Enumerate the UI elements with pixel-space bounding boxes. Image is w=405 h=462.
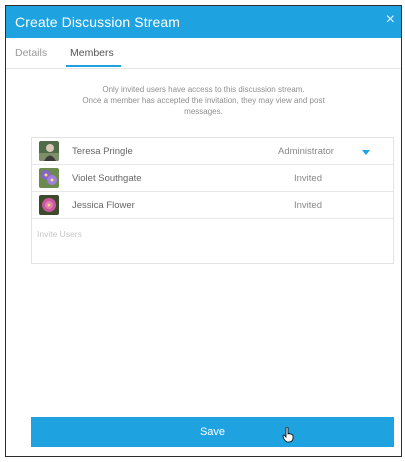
create-discussion-dialog: Create Discussion Stream × Details Membe… (5, 5, 402, 457)
member-status: Invited (294, 200, 322, 211)
member-name: Jessica Flower (72, 200, 135, 211)
tab-members[interactable]: Members (70, 47, 114, 59)
dialog-tabs: Details Members (6, 38, 401, 69)
save-button[interactable]: Save (31, 417, 394, 447)
dialog-header: Create Discussion Stream × (6, 6, 401, 38)
dialog-title: Create Discussion Stream (15, 14, 181, 30)
info-line-2: Once a member has accepted the invitatio… (82, 96, 325, 105)
member-row: Teresa Pringle Administrator (32, 138, 393, 165)
member-role-select[interactable]: Administrator (278, 146, 334, 157)
active-tab-indicator (66, 65, 121, 67)
pink-flower-avatar (39, 195, 59, 215)
invite-users-input[interactable] (35, 226, 379, 242)
members-list: Teresa Pringle Administrator Violet Sout… (31, 137, 394, 264)
chevron-down-icon[interactable] (362, 150, 370, 155)
member-row: Jessica Flower Invited (32, 192, 393, 219)
members-info-text: Only invited users have access to this d… (36, 84, 371, 117)
violet-flower-avatar (39, 168, 59, 188)
member-status: Invited (294, 173, 322, 184)
close-icon[interactable]: × (386, 12, 395, 28)
teresa-avatar (39, 141, 59, 161)
info-line-3: messages. (184, 107, 223, 116)
info-line-1: Only invited users have access to this d… (102, 85, 305, 94)
member-name: Teresa Pringle (72, 146, 133, 157)
member-row: Violet Southgate Invited (32, 165, 393, 192)
member-name: Violet Southgate (72, 173, 142, 184)
tab-details[interactable]: Details (15, 47, 47, 59)
hand-cursor-icon (282, 427, 294, 443)
